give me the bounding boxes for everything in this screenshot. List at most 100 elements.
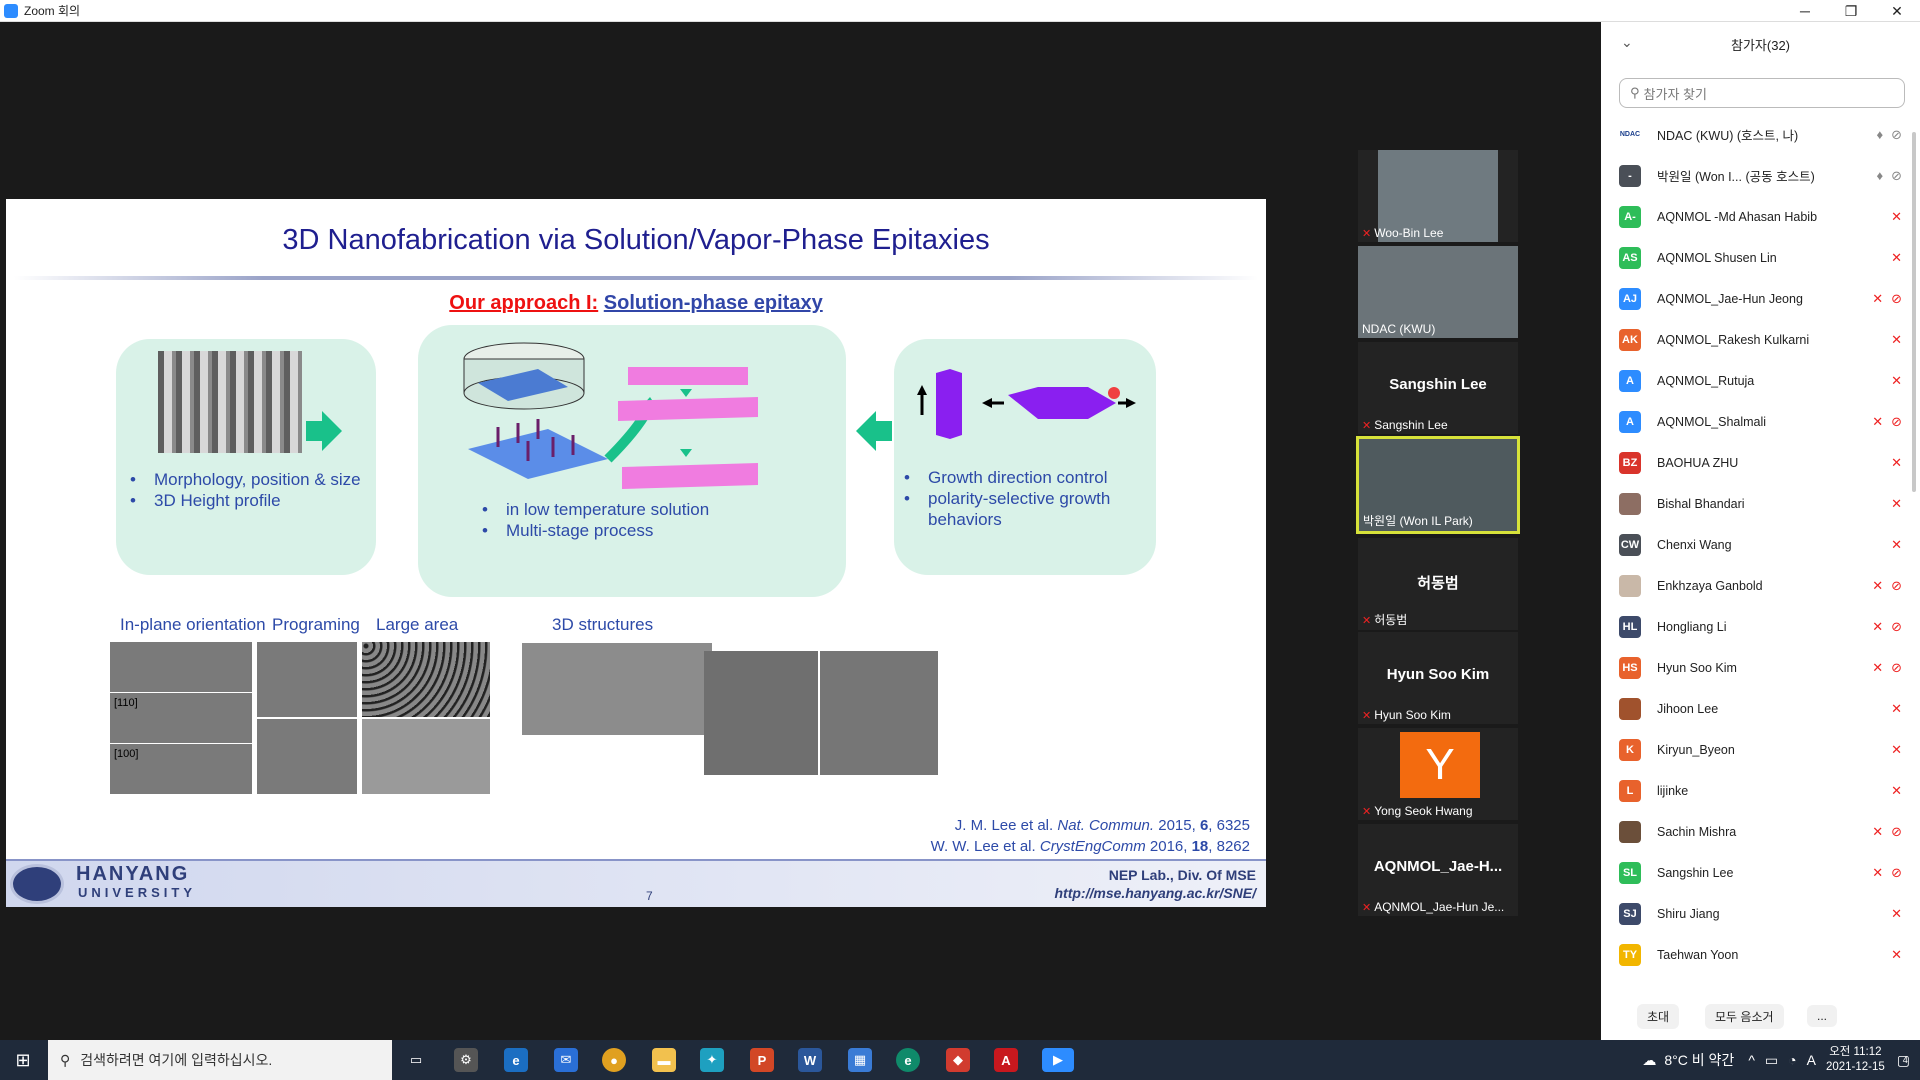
- participant-list-scrollbar[interactable]: [1912, 132, 1918, 942]
- thumbnail-won-il-park-active-speaker[interactable]: 박원일 (Won IL Park): [1356, 436, 1520, 534]
- video-off-icon[interactable]: ⊘: [1891, 824, 1902, 840]
- word-icon[interactable]: W: [798, 1048, 822, 1072]
- mic-off-icon[interactable]: ✕: [1891, 209, 1902, 225]
- task-view-icon[interactable]: ▭: [404, 1048, 428, 1072]
- mic-off-icon[interactable]: ✕: [1891, 332, 1902, 348]
- mic-off-icon[interactable]: ✕: [1891, 742, 1902, 758]
- mic-off-icon[interactable]: ✕: [1891, 783, 1902, 799]
- participant-row[interactable]: NDAC NDAC (KWU) (호스트, 나) ♦ ⊘: [1601, 114, 1920, 155]
- slide-subtitle: Our approach I: Solution-phase epitaxy: [6, 292, 1266, 315]
- participant-row[interactable]: A AQNMOL_Shalmali ✕ ⊘: [1601, 401, 1920, 442]
- participant-row[interactable]: SL Sangshin Lee ✕ ⊘: [1601, 852, 1920, 893]
- video-off-icon[interactable]: ⊘: [1891, 578, 1902, 594]
- participant-search-input[interactable]: ⚲ 참가자 찾기: [1619, 78, 1905, 108]
- mic-off-icon[interactable]: ✕: [1872, 578, 1883, 594]
- red-app-icon[interactable]: ◆: [946, 1048, 970, 1072]
- store-icon[interactable]: ▦: [848, 1048, 872, 1072]
- powerpoint-icon[interactable]: P: [750, 1048, 774, 1072]
- video-off-icon[interactable]: ⊘: [1891, 865, 1902, 881]
- zoom-taskbar-icon[interactable]: ▶: [1042, 1048, 1074, 1072]
- mic-off-icon[interactable]: ✕: [1891, 701, 1902, 717]
- mic-off-icon[interactable]: ✕: [1891, 373, 1902, 389]
- wifi-icon[interactable]: ◔: [1788, 1052, 1796, 1068]
- video-off-icon[interactable]: ⊘: [1891, 291, 1902, 307]
- clock[interactable]: 오전 11:12 2021-12-15: [1826, 1045, 1885, 1075]
- video-off-icon[interactable]: ⊘: [1891, 168, 1902, 184]
- video-off-icon[interactable]: ⊘: [1891, 127, 1902, 143]
- mic-off-icon[interactable]: ✕: [1891, 250, 1902, 266]
- mic-off-icon[interactable]: ✕: [1872, 619, 1883, 635]
- weather-text[interactable]: 8°C 비 약간: [1664, 1050, 1734, 1070]
- thumbnail-label: ✕ Yong Seok Hwang: [1362, 804, 1473, 818]
- chevron-up-icon[interactable]: ^: [1748, 1052, 1755, 1068]
- mute-all-button[interactable]: 모두 음소거: [1705, 1003, 1784, 1029]
- participant-row[interactable]: CW Chenxi Wang ✕: [1601, 524, 1920, 565]
- ime-language[interactable]: A: [1807, 1052, 1816, 1068]
- gear-app-icon[interactable]: ⚙: [454, 1048, 478, 1072]
- invite-button[interactable]: 초대: [1637, 1003, 1680, 1029]
- participant-row[interactable]: Sachin Mishra ✕ ⊘: [1601, 811, 1920, 852]
- minimize-button[interactable]: ─: [1782, 0, 1828, 22]
- participant-row[interactable]: HL Hongliang Li ✕ ⊘: [1601, 606, 1920, 647]
- mic-off-icon[interactable]: ✕: [1891, 947, 1902, 963]
- participant-row[interactable]: TY Taehwan Yoon ✕: [1601, 934, 1920, 975]
- microphone-icon[interactable]: ♦: [1876, 168, 1883, 184]
- mic-off-icon[interactable]: ✕: [1891, 906, 1902, 922]
- thumbnail-sangshin-lee[interactable]: Sangshin Lee ✕ Sangshin Lee: [1358, 342, 1518, 434]
- avatar: TY: [1619, 943, 1641, 966]
- thumbnail-yong-seok-hwang[interactable]: Y ✕ Yong Seok Hwang: [1358, 728, 1518, 820]
- scrollbar-thumb[interactable]: [1912, 132, 1916, 492]
- chevron-down-icon[interactable]: ⌄: [1621, 34, 1633, 51]
- thumbnail-ndac[interactable]: NDAC (KWU): [1358, 246, 1518, 338]
- participant-row[interactable]: - 박원일 (Won I... (공동 호스트) ♦ ⊘: [1601, 155, 1920, 196]
- participant-row[interactable]: Bishal Bhandari ✕: [1601, 483, 1920, 524]
- windows-start-icon[interactable]: ⊞: [0, 1040, 46, 1080]
- participant-row[interactable]: HS Hyun Soo Kim ✕ ⊘: [1601, 647, 1920, 688]
- participant-row[interactable]: AS AQNMOL Shusen Lin ✕: [1601, 237, 1920, 278]
- microphone-icon[interactable]: ♦: [1876, 127, 1883, 143]
- participant-row[interactable]: A AQNMOL_Rutuja ✕: [1601, 360, 1920, 401]
- participant-row[interactable]: SJ Shiru Jiang ✕: [1601, 893, 1920, 934]
- notification-icon[interactable]: ▢ 4: [1897, 1052, 1910, 1069]
- bird-app-icon[interactable]: ✦: [700, 1048, 724, 1072]
- mic-off-icon[interactable]: ✕: [1872, 865, 1883, 881]
- mic-off-icon[interactable]: ✕: [1891, 496, 1902, 512]
- more-options-button[interactable]: ...: [1807, 1005, 1838, 1027]
- participant-status-icons: ✕: [1891, 742, 1902, 758]
- internet-explorer-icon[interactable]: e: [504, 1048, 528, 1072]
- video-off-icon[interactable]: ⊘: [1891, 414, 1902, 430]
- video-off-icon[interactable]: ⊘: [1891, 619, 1902, 635]
- mic-off-icon[interactable]: ✕: [1872, 824, 1883, 840]
- close-button[interactable]: ✕: [1874, 0, 1920, 22]
- thumbnail-heo-dong-beom[interactable]: 허동범 ✕ 허동범: [1358, 538, 1518, 630]
- thumbnail-hyun-soo-kim[interactable]: Hyun Soo Kim ✕ Hyun Soo Kim: [1358, 632, 1518, 724]
- video-off-icon[interactable]: ⊘: [1891, 660, 1902, 676]
- mic-off-icon[interactable]: ✕: [1872, 414, 1883, 430]
- participant-row[interactable]: BZ BAOHUA ZHU ✕: [1601, 442, 1920, 483]
- thumbnail-label: ✕ Woo-Bin Lee: [1362, 226, 1443, 240]
- battery-icon[interactable]: ▭: [1765, 1052, 1778, 1069]
- taskbar-search-input[interactable]: ⚲ 검색하려면 여기에 입력하십시오.: [48, 1040, 392, 1080]
- avatar: HL: [1619, 615, 1641, 638]
- participant-row[interactable]: Llijinke ✕: [1601, 770, 1920, 811]
- mic-off-icon[interactable]: ✕: [1891, 455, 1902, 471]
- mic-off-icon[interactable]: ✕: [1872, 660, 1883, 676]
- participant-row[interactable]: A- AQNMOL -Md Ahasan Habib ✕: [1601, 196, 1920, 237]
- acrobat-icon[interactable]: A: [994, 1048, 1018, 1072]
- participant-row[interactable]: AJ AQNMOL_Jae-Hun Jeong ✕ ⊘: [1601, 278, 1920, 319]
- thumbnail-aqnmol-jae-hun[interactable]: AQNMOL_Jae-H... ✕ AQNMOL_Jae-Hun Je...: [1358, 824, 1518, 916]
- file-explorer-icon[interactable]: ▬: [652, 1048, 676, 1072]
- chrome-icon[interactable]: ●: [602, 1048, 626, 1072]
- mic-off-icon[interactable]: ✕: [1891, 537, 1902, 553]
- thumbnail-woo-bin-lee[interactable]: ✕ Woo-Bin Lee: [1358, 150, 1518, 242]
- participant-row[interactable]: AK AQNMOL_Rakesh Kulkarni ✕: [1601, 319, 1920, 360]
- participant-row[interactable]: K Kiryun_Byeon ✕: [1601, 729, 1920, 770]
- maximize-button[interactable]: ❐: [1828, 0, 1874, 22]
- mic-off-icon[interactable]: ✕: [1872, 291, 1883, 307]
- mail-icon[interactable]: ✉: [554, 1048, 578, 1072]
- thumbnail-label: 박원일 (Won IL Park): [1363, 514, 1473, 528]
- left-arrow-icon: [856, 411, 892, 451]
- edge-icon[interactable]: e: [896, 1048, 920, 1072]
- participant-row[interactable]: Jihoon Lee ✕: [1601, 688, 1920, 729]
- participant-row[interactable]: Enkhzaya Ganbold ✕ ⊘: [1601, 565, 1920, 606]
